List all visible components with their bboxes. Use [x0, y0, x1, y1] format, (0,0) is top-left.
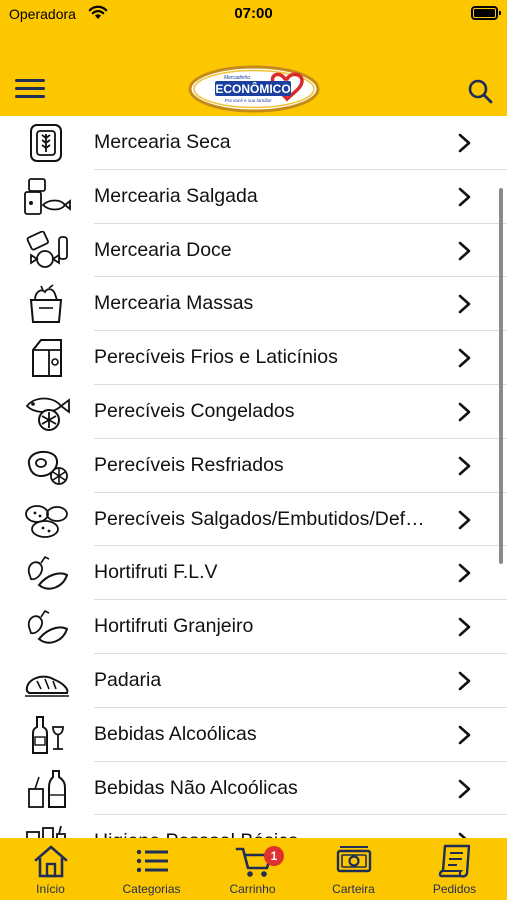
milk-carton-icon — [32, 339, 62, 378]
category-label: Mercearia Seca — [94, 131, 231, 153]
category-item[interactable]: Hortifruti F.L.V — [0, 546, 507, 600]
tab-label: Categorias — [122, 882, 181, 896]
category-item[interactable]: Mercearia Salgada — [0, 170, 507, 224]
category-label: Hortifruti Granjeiro — [94, 615, 254, 638]
search-icon[interactable] — [466, 77, 494, 105]
category-label: Perecíveis Frios e Laticínios — [94, 346, 338, 369]
money-icon — [336, 846, 372, 873]
category-item[interactable]: Mercearia Doce — [0, 224, 507, 278]
tab-label: Pedidos — [432, 882, 477, 896]
chevron-right-icon — [458, 348, 471, 368]
tab-label: Carteira — [332, 882, 375, 896]
app-header: Operadora 07:00 Mercadinho ECONÔMICO Pra… — [0, 0, 507, 116]
category-label: Mercearia Salgada — [94, 184, 258, 207]
meat-snowflake-icon — [27, 450, 68, 485]
chevron-right-icon — [458, 725, 471, 745]
scrollbar[interactable] — [499, 188, 503, 564]
list-icon — [136, 849, 168, 873]
tab-bar: Início Categorias 1 Carrinho Carteira Pe… — [0, 838, 507, 900]
chevron-right-icon — [458, 617, 471, 637]
category-label: Mercearia Doce — [94, 238, 232, 261]
chevron-right-icon — [458, 456, 471, 476]
chevron-right-icon — [458, 295, 471, 314]
vegetables-icon — [27, 610, 69, 644]
battery-icon — [471, 6, 501, 20]
tab-label: Carrinho — [229, 882, 276, 896]
tab-carteira[interactable]: Carteira — [303, 838, 404, 900]
svg-text:ECONÔMICO: ECONÔMICO — [215, 81, 290, 96]
category-item[interactable]: Bebidas Alcoólicas — [0, 708, 507, 762]
tab-carrinho[interactable]: 1 Carrinho — [202, 838, 303, 900]
tab-categorias[interactable]: Categorias — [101, 838, 202, 900]
category-label: Bebidas Alcoólicas — [94, 722, 257, 745]
category-item[interactable]: Mercearia Massas — [0, 277, 507, 331]
category-label: Mercearia Massas — [94, 292, 254, 315]
category-label: Hortifruti F.L.V — [94, 561, 218, 584]
store-logo: Mercadinho ECONÔMICO Pra você e sua famí… — [188, 65, 320, 113]
vegetables-icon — [27, 556, 69, 590]
hygiene-icon — [26, 826, 66, 838]
chevron-right-icon — [458, 187, 471, 207]
chevron-right-icon — [458, 671, 471, 691]
status-time: 07:00 — [234, 5, 273, 22]
bread-icon — [25, 675, 69, 697]
tab-label: Início — [36, 882, 65, 896]
category-item[interactable]: Perecíveis Congelados — [0, 385, 507, 439]
svg-text:Pra você e sua família!: Pra você e sua família! — [225, 98, 272, 103]
category-label: Perecíveis Salgados/Embutidos/Defumados — [94, 507, 429, 530]
wine-bottle-icon — [32, 715, 64, 754]
svg-text:Mercadinho: Mercadinho — [224, 75, 250, 81]
category-item[interactable]: Higiene Pessoal Básica — [0, 815, 507, 838]
grocery-bag-icon — [29, 284, 63, 324]
chevron-right-icon — [458, 133, 471, 153]
chevron-right-icon — [458, 510, 471, 529]
category-label: Perecíveis Congelados — [94, 399, 295, 422]
category-item[interactable]: Perecíveis Salgados/Embutidos/Defumados — [0, 493, 507, 547]
receipt-icon — [438, 844, 471, 878]
chevron-right-icon — [458, 241, 471, 260]
category-item[interactable]: Bebidas Não Alcoólicas — [0, 762, 507, 816]
menu-button[interactable] — [15, 78, 47, 100]
tab-inicio[interactable]: Início — [0, 838, 101, 900]
home-icon — [34, 845, 68, 878]
category-label: Perecíveis Resfriados — [94, 453, 284, 476]
category-label: Padaria — [94, 668, 162, 691]
category-item[interactable]: Mercearia Seca — [0, 116, 507, 170]
canned-fish-icon — [24, 177, 71, 215]
category-label: Higiene Pessoal Básica — [94, 815, 299, 838]
soda-bottle-icon — [28, 769, 66, 808]
sausage-icon — [25, 504, 68, 538]
category-item[interactable]: Padaria — [0, 654, 507, 708]
frozen-fish-icon — [25, 397, 70, 431]
category-item[interactable]: Hortifruti Granjeiro — [0, 600, 507, 654]
category-label: Bebidas Não Alcoólicas — [94, 776, 298, 799]
chevron-right-icon — [458, 779, 471, 798]
cart-badge: 1 — [264, 846, 284, 866]
chevron-right-icon — [458, 564, 471, 583]
category-item[interactable]: Perecíveis Resfriados — [0, 439, 507, 493]
candy-icon — [26, 230, 68, 268]
category-list[interactable]: Mercearia Seca Mercearia Salgada Mercear… — [0, 116, 507, 838]
chevron-right-icon — [458, 402, 471, 422]
grain-jar-icon — [30, 124, 62, 162]
tab-pedidos[interactable]: Pedidos — [404, 838, 505, 900]
status-bar: Operadora 07:00 — [0, 0, 507, 30]
category-item[interactable]: Perecíveis Frios e Laticínios — [0, 331, 507, 385]
